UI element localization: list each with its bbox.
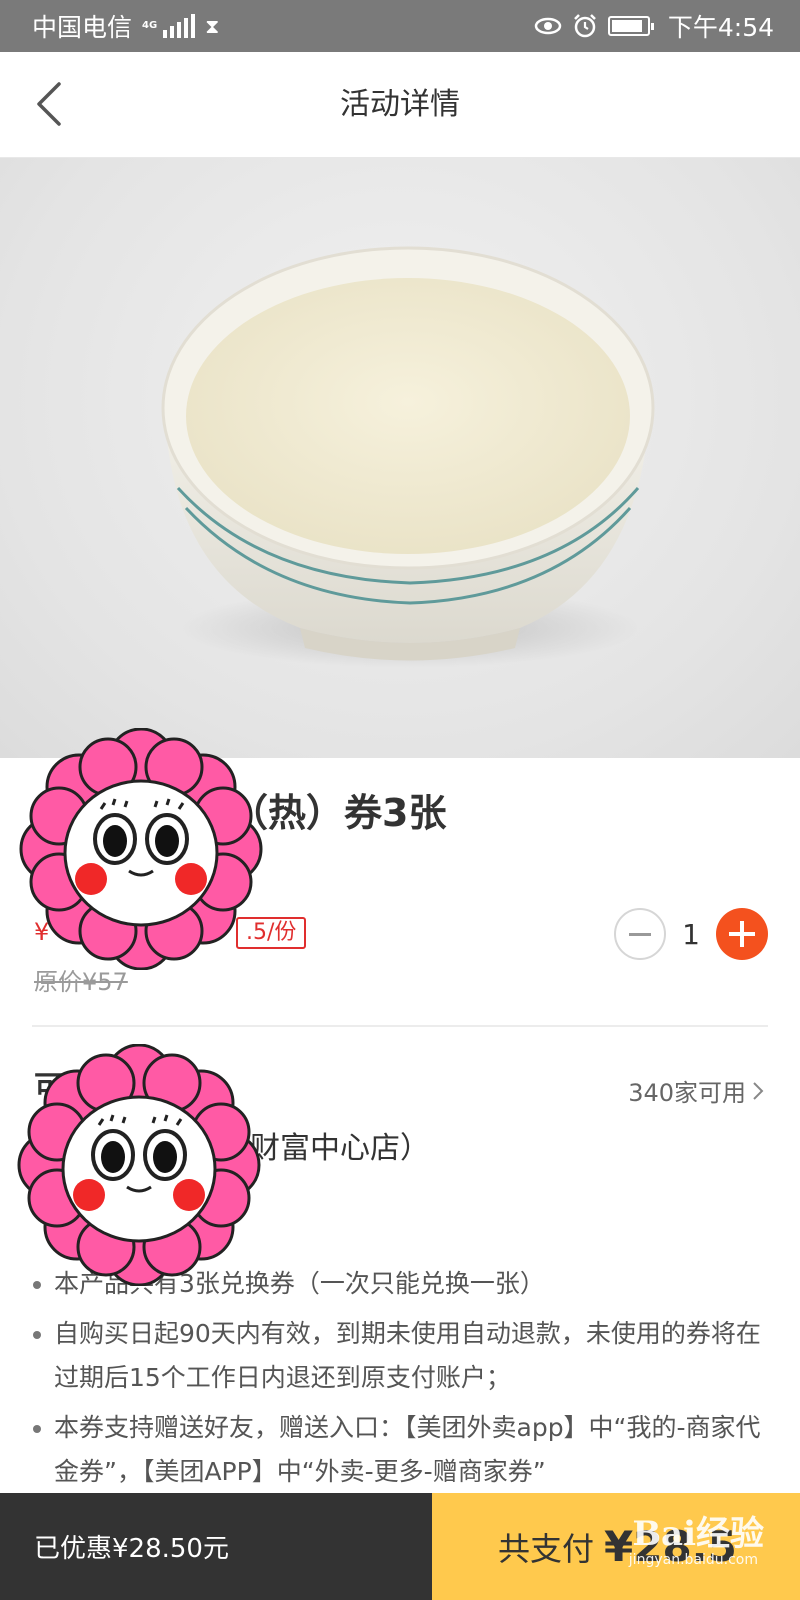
rule-item: 自购买日起90天内有效，到期未使用自动退款，未使用的券将在过期后15个工作日内退… — [30, 1312, 770, 1400]
clock-time: 下午4:54 — [667, 13, 774, 42]
product-image — [0, 158, 800, 758]
flower-sticker-icon — [19, 728, 263, 970]
nav-bar: 活动详情 — [0, 52, 800, 158]
divider — [32, 1025, 768, 1027]
status-right: 下午4:54 — [534, 8, 774, 44]
usage-rules-list: 本产品共有3张兑换券（一次只能兑换一张） 自购买日起90天内有效，到期未使用自动… — [30, 1262, 770, 1500]
carrier-label: 中国电信 — [32, 13, 133, 42]
quantity-stepper: 1 — [614, 908, 768, 960]
signal-icon — [163, 14, 196, 38]
hourglass-icon: ⧗ — [205, 14, 220, 38]
tofu-pudding-bowl-image — [161, 246, 655, 668]
chevron-right-icon — [753, 1081, 764, 1100]
discount-summary: 已优惠¥28.50元 — [0, 1493, 432, 1600]
quantity-value: 1 — [682, 917, 700, 951]
eye-icon — [534, 17, 562, 35]
battery-icon — [607, 16, 654, 36]
minus-icon[interactable] — [614, 908, 666, 960]
pay-amount: ¥28.5 — [604, 1522, 737, 1571]
available-stores-label: 340家可用 — [628, 1079, 746, 1107]
checkout-bar: 已优惠¥28.50元 共支付 ¥28.5 — [0, 1493, 800, 1600]
network-type: 4G — [142, 20, 158, 31]
plus-icon[interactable] — [716, 908, 768, 960]
status-left: 中国电信 4G ⧗ — [32, 8, 219, 44]
pay-button[interactable]: 共支付 ¥28.5 — [432, 1493, 800, 1600]
flower-sticker-icon — [17, 1044, 261, 1286]
pay-label: 共支付 — [498, 1529, 595, 1568]
page-title: 活动详情 — [340, 87, 460, 122]
available-stores-link[interactable]: 340家可用 — [628, 1073, 764, 1108]
rule-item: 本券支持赠送好友，赠送入口：【美团外卖app】中“我的-商家代金券”，【美团AP… — [30, 1406, 770, 1494]
status-bar: 中国电信 4G ⧗ 下午4:54 — [0, 0, 800, 52]
alarm-icon — [573, 14, 596, 38]
